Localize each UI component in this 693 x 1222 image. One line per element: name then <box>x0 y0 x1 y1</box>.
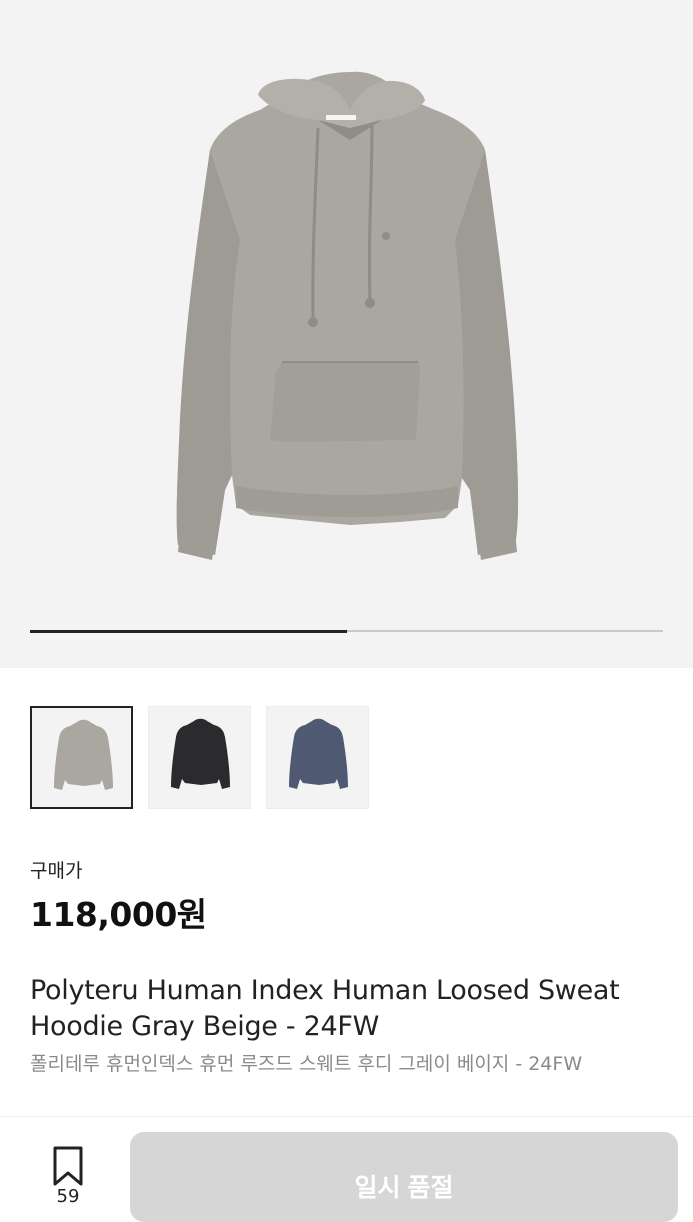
bookmark-icon <box>53 1146 83 1186</box>
image-progress-track <box>30 629 663 633</box>
price-label: 구매가 <box>30 860 83 882</box>
thumbnail-black[interactable] <box>148 706 251 809</box>
product-title-korean: 폴리테루 휴먼인덱스 휴먼 루즈드 스웨트 후디 그레이 베이지 - 24FW <box>30 1053 583 1075</box>
product-image-carousel[interactable] <box>0 0 693 668</box>
hoodie-thumbnail-image <box>54 719 113 790</box>
hoodie-thumbnail-image <box>171 718 230 789</box>
sold-out-button[interactable]: 일시 품절 <box>130 1132 678 1222</box>
product-price: 118,000원 <box>30 895 207 934</box>
sold-out-label: 일시 품절 <box>354 1174 454 1202</box>
hoodie-thumbnail-image <box>289 718 348 789</box>
thumbnail-gray-beige[interactable] <box>30 706 133 809</box>
image-progress-indicator <box>30 629 347 633</box>
bookmark-count: 59 <box>56 1186 80 1207</box>
bottom-bar-divider <box>0 1116 693 1117</box>
bookmark-button[interactable]: 59 <box>38 1146 98 1207</box>
product-title-english: Polyteru Human Index Human Loosed Sweat … <box>30 975 620 1042</box>
thumbnail-navy[interactable] <box>266 706 369 809</box>
color-thumbnail-list <box>30 706 369 809</box>
product-main-image <box>176 71 519 560</box>
